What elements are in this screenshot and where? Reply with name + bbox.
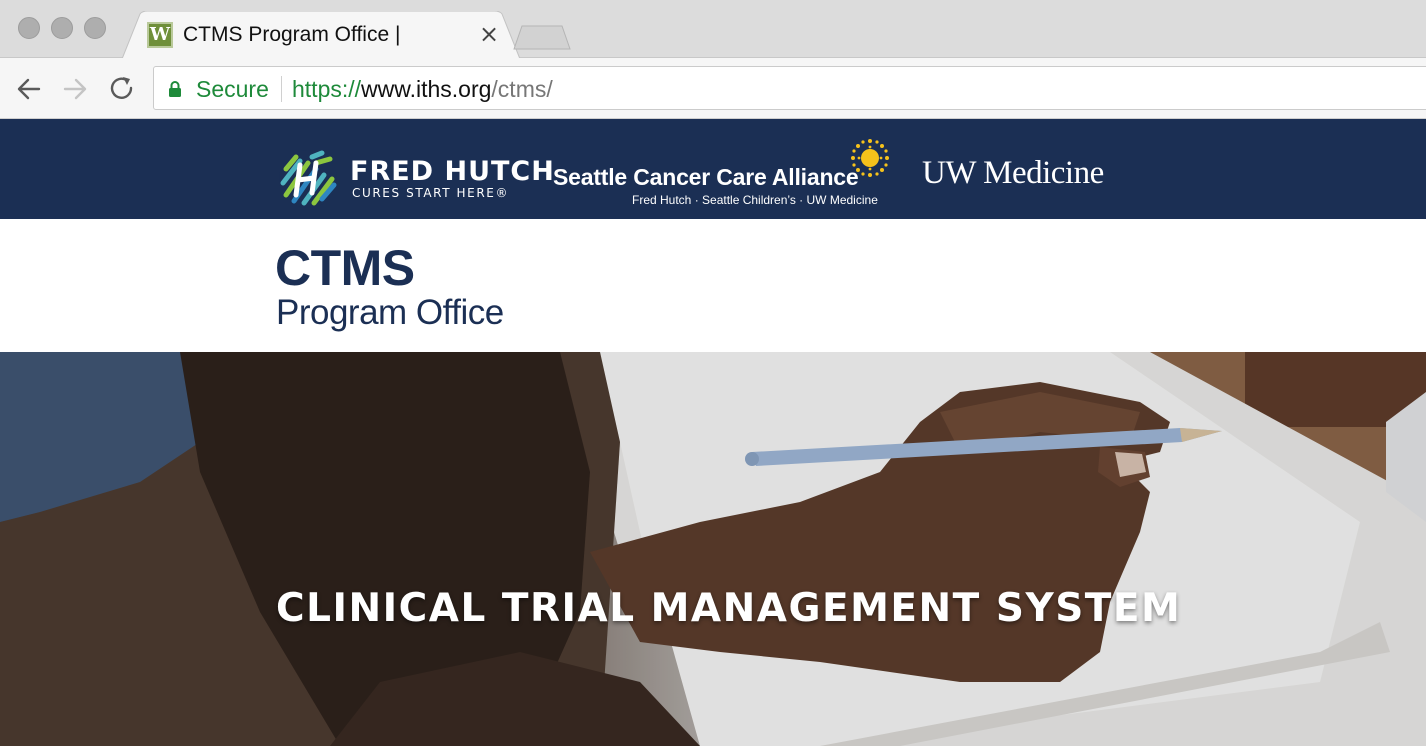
fred-hutch-tagline: CURES START HERE®	[352, 186, 510, 200]
url-text[interactable]: https://www.iths.org/ctms/	[292, 76, 553, 103]
lock-icon	[169, 81, 181, 97]
fred-hutch-logo-icon[interactable]	[278, 149, 338, 209]
site-favicon-icon: W	[147, 22, 173, 48]
address-bar[interactable]: Secure https://www.iths.org/ctms/	[153, 66, 1426, 110]
secure-label: Secure	[196, 76, 269, 102]
scca-name[interactable]: Seattle Cancer Care Alliance	[553, 164, 859, 191]
url-path: /ctms/	[491, 76, 553, 102]
scca-sun-icon	[851, 139, 889, 177]
browser-tab-active[interactable]: W CTMS Program Office | ×	[122, 11, 520, 59]
window-close-button[interactable]	[18, 17, 40, 39]
scca-subtitle: Fred Hutch · Seattle Children’s · UW Med…	[632, 193, 878, 207]
url-scheme: https://	[292, 76, 362, 102]
hero-photo	[0, 352, 1426, 746]
site-title[interactable]: CTMS	[275, 239, 415, 297]
site-subtitle[interactable]: Program Office	[276, 293, 504, 333]
url-host: www.iths.org	[361, 76, 492, 102]
tab-close-icon[interactable]: ×	[478, 21, 500, 47]
forward-arrow-icon[interactable]	[60, 74, 90, 104]
address-bar-divider	[281, 76, 282, 102]
window-minimize-button[interactable]	[51, 17, 73, 39]
site-header: CTMS Program Office	[0, 219, 1426, 352]
window-zoom-button[interactable]	[84, 17, 106, 39]
partner-logo-bar: FRED HUTCH CURES START HERE® Seattle Can…	[0, 119, 1426, 219]
back-arrow-icon[interactable]	[14, 74, 44, 104]
new-tab-button[interactable]	[512, 24, 572, 50]
reload-icon[interactable]	[107, 74, 137, 104]
browser-tab-bar: W CTMS Program Office | ×	[0, 0, 1426, 59]
tab-title: CTMS Program Office |	[183, 23, 401, 46]
uw-medicine-name[interactable]: UW Medicine	[922, 155, 1104, 192]
fred-hutch-name: FRED HUTCH	[350, 156, 555, 187]
hero-headline: CLINICAL TRIAL MANAGEMENT SYSTEM	[276, 586, 1182, 631]
hero-banner: CLINICAL TRIAL MANAGEMENT SYSTEM	[0, 352, 1426, 746]
browser-toolbar: Secure https://www.iths.org/ctms/	[0, 58, 1426, 119]
